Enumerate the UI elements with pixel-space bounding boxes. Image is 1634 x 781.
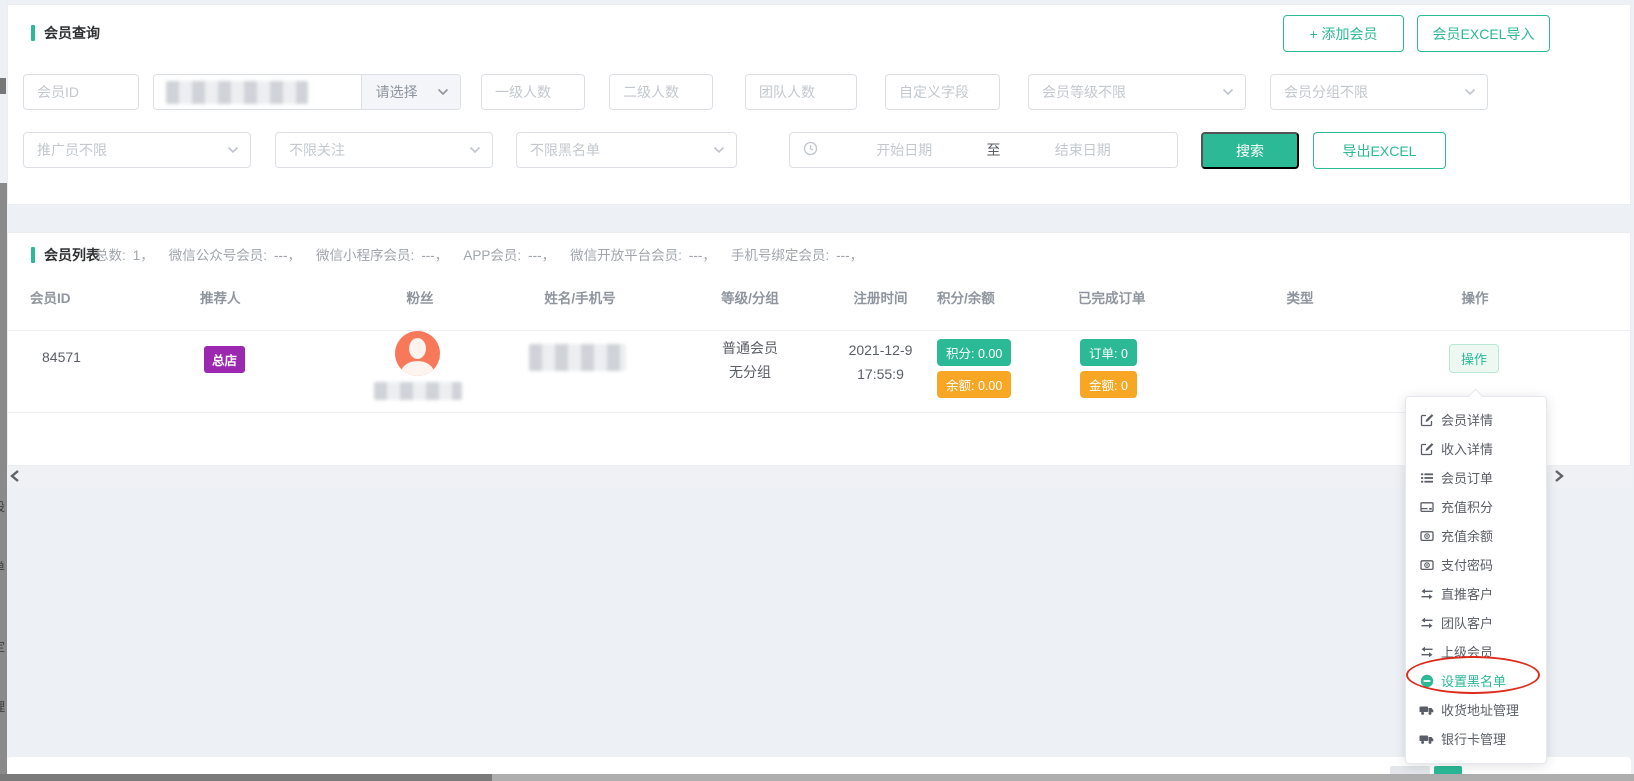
custom-field-input[interactable]: [886, 75, 999, 109]
scrollbar-thumb[interactable]: [0, 774, 492, 781]
member-stats-line: 总数:1， 微信公众号会员:---， 微信小程序会员:---， APP会员:--…: [95, 244, 863, 264]
member-id-input-wrap: [23, 74, 139, 110]
redacted-keyword-value: [166, 81, 308, 104]
truck-icon: [1419, 731, 1434, 746]
cell-register-time: 2021-12-9 17:55:9: [833, 338, 928, 386]
follow-status-select[interactable]: 不限关注: [275, 132, 493, 168]
level2-count-input-wrap: [609, 74, 713, 110]
title-accent-bar: [31, 247, 35, 263]
date-range-picker[interactable]: 开始日期 至 结束日期: [789, 132, 1178, 168]
edit-icon: [1419, 441, 1434, 456]
edit-icon: [1419, 412, 1434, 427]
clock-icon: [803, 141, 818, 159]
orders-badge: 订单: 0: [1080, 339, 1137, 366]
avatar-head-shape: [409, 338, 426, 359]
member-admin-page: 设单 定理 会员查询 + 添加会员 会员EXCEL导入 请选择 会员: [0, 0, 1634, 781]
col-header-type: 类型: [1240, 287, 1360, 307]
menu-item-recharge-points[interactable]: 充值积分: [1406, 492, 1546, 521]
truck-icon: [1419, 702, 1434, 717]
col-header-member-id: 会员ID: [30, 287, 71, 307]
level1-count-input[interactable]: [482, 75, 584, 109]
custom-field-input-wrap: [885, 74, 1000, 110]
member-level-select[interactable]: 会员等级不限: [1028, 74, 1246, 110]
balance-badge: 余额: 0.00: [937, 371, 1011, 398]
table-header-divider: [8, 330, 1630, 331]
member-group-select[interactable]: 会员分组不限: [1270, 74, 1488, 110]
swap-arrows-icon: [1419, 586, 1434, 601]
team-count-input[interactable]: [746, 75, 856, 109]
export-excel-button[interactable]: 导出EXCEL: [1313, 132, 1446, 169]
menu-item-bank-cards[interactable]: 银行卡管理: [1406, 724, 1546, 753]
menu-item-team-customers[interactable]: 团队客户: [1406, 608, 1546, 637]
team-count-input-wrap: [745, 74, 857, 110]
scroll-left-arrow-icon[interactable]: [9, 469, 25, 485]
keyword-composite-input: 请选择: [153, 74, 461, 110]
col-header-referrer: 推荐人: [200, 287, 241, 307]
chevron-down-icon: [437, 88, 449, 96]
page-edge-sliver: 设单 定理: [0, 183, 7, 781]
title-accent-bar: [31, 25, 35, 41]
chevron-down-icon: [469, 146, 481, 154]
horizontal-scrollbar: [0, 774, 1634, 781]
redacted-fan-nickname: [374, 382, 462, 400]
level2-count-input[interactable]: [610, 75, 712, 109]
page-edge-fragment: [0, 78, 6, 94]
menu-item-member-detail[interactable]: 会员详情: [1406, 405, 1546, 434]
swap-arrows-icon: [1419, 644, 1434, 659]
card-icon: [1419, 499, 1434, 514]
keyword-input[interactable]: [154, 75, 361, 109]
col-header-reg-time: 注册时间: [833, 287, 928, 307]
search-button[interactable]: 搜索: [1201, 132, 1299, 169]
cell-level-group: 普通会员 无分组: [675, 336, 825, 384]
scroll-right-arrow-icon[interactable]: [1553, 469, 1569, 485]
level1-count-input-wrap: [481, 74, 585, 110]
add-member-button[interactable]: + 添加会员: [1283, 15, 1404, 52]
menu-item-shipping-address[interactable]: 收货地址管理: [1406, 695, 1546, 724]
table-row-divider: [8, 412, 1463, 413]
end-date-placeholder: 结束日期: [1009, 140, 1158, 160]
redacted-name-phone: [529, 344, 626, 371]
money-icon: [1419, 557, 1434, 572]
chevron-down-icon: [227, 146, 239, 154]
amount-badge: 金额: 0: [1080, 371, 1137, 398]
list-panel-title: 会员列表: [31, 245, 100, 265]
list-icon: [1419, 470, 1434, 485]
menu-item-set-blacklist[interactable]: 设置黑名单: [1406, 666, 1546, 695]
avatar-body-shape: [401, 361, 434, 376]
swap-arrows-icon: [1419, 615, 1434, 630]
col-header-action: 操作: [1420, 287, 1530, 307]
row-action-menu: 会员详情 收入详情 会员订单 充值积分 充值余额: [1405, 396, 1547, 764]
blacklist-filter-select[interactable]: 不限黑名单: [516, 132, 737, 168]
referrer-badge: 总店: [204, 346, 245, 373]
member-id-input[interactable]: [24, 75, 138, 109]
col-header-points: 积分/余额: [937, 287, 995, 307]
col-header-name-phone: 姓名/手机号: [505, 287, 655, 307]
start-date-placeholder: 开始日期: [830, 140, 979, 160]
row-action-button[interactable]: 操作: [1449, 344, 1499, 373]
menu-item-income-detail[interactable]: 收入详情: [1406, 434, 1546, 463]
menu-item-recharge-balance[interactable]: 充值余额: [1406, 521, 1546, 550]
date-separator: 至: [979, 140, 1009, 160]
promoter-select[interactable]: 推广员不限: [23, 132, 251, 168]
minus-circle-icon: [1419, 673, 1434, 688]
col-header-orders: 已完成订单: [1078, 287, 1146, 307]
chevron-down-icon: [1222, 88, 1234, 96]
bottom-panel-edge: [7, 757, 1631, 775]
menu-item-direct-customers[interactable]: 直推客户: [1406, 579, 1546, 608]
avatar: [395, 331, 440, 376]
cell-member-id: 84571: [42, 349, 81, 365]
col-header-fans: 粉丝: [360, 287, 480, 307]
chevron-down-icon: [713, 146, 725, 154]
horizontal-scroll-strip: [7, 466, 1631, 487]
money-icon: [1419, 528, 1434, 543]
keyword-type-select[interactable]: 请选择: [361, 75, 460, 109]
col-header-level-group: 等级/分组: [675, 287, 825, 307]
menu-item-upline-member[interactable]: 上级会员: [1406, 637, 1546, 666]
menu-item-payment-password[interactable]: 支付密码: [1406, 550, 1546, 579]
points-badge: 积分: 0.00: [937, 339, 1011, 366]
chevron-down-icon: [1464, 88, 1476, 96]
excel-import-button[interactable]: 会员EXCEL导入: [1417, 15, 1550, 52]
menu-item-member-orders[interactable]: 会员订单: [1406, 463, 1546, 492]
query-panel-title: 会员查询: [31, 23, 100, 43]
